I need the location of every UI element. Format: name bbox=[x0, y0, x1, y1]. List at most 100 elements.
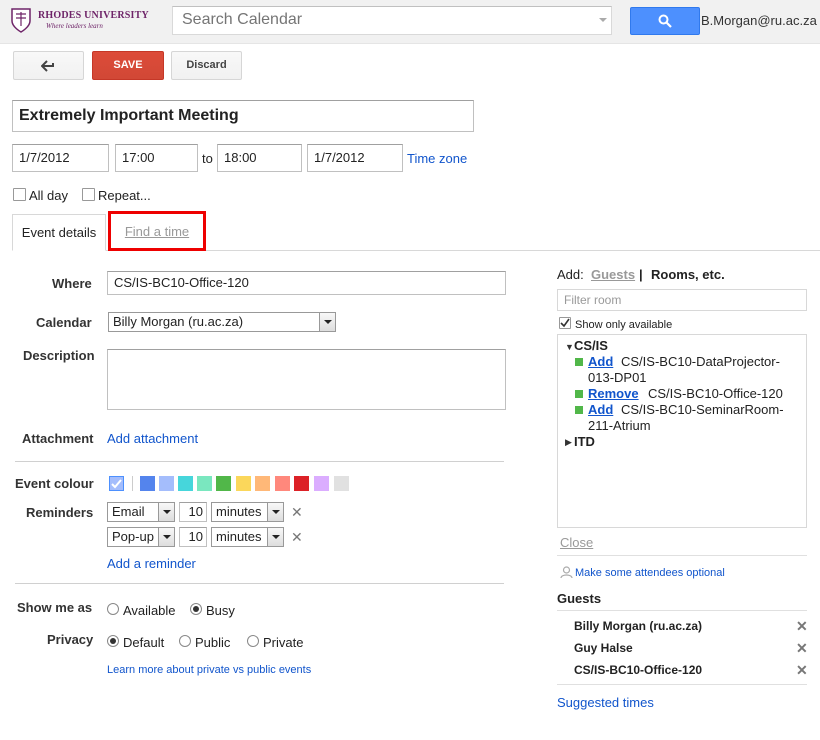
room-name-cont: 211-Atrium bbox=[588, 418, 651, 433]
end-time-field[interactable]: 18:00 bbox=[217, 144, 302, 172]
colour-swatch[interactable] bbox=[159, 476, 174, 491]
reminder-unit-value: minutes bbox=[216, 529, 262, 544]
calendar-select-value: Billy Morgan (ru.ac.za) bbox=[113, 314, 244, 329]
expand-right-icon[interactable]: ▶ bbox=[565, 437, 572, 448]
chevron-down-icon bbox=[158, 503, 174, 521]
colour-swatch[interactable] bbox=[236, 476, 251, 491]
tab-separator: | bbox=[639, 267, 643, 282]
colour-swatch[interactable] bbox=[314, 476, 329, 491]
search-input[interactable] bbox=[173, 7, 583, 33]
add-room-link[interactable]: Add bbox=[588, 354, 613, 369]
reminder-method-select[interactable]: Email bbox=[107, 502, 175, 522]
start-date-field[interactable]: 1/7/2012 bbox=[12, 144, 109, 172]
reminder-method-select[interactable]: Pop-up bbox=[107, 527, 175, 547]
chevron-down-icon bbox=[267, 528, 283, 546]
reminder-amount-field[interactable]: 10 bbox=[179, 502, 207, 522]
colour-swatch[interactable] bbox=[334, 476, 349, 491]
default-privacy-radio[interactable] bbox=[107, 635, 119, 647]
available-status-icon bbox=[575, 406, 583, 414]
close-rooms-link[interactable]: Close bbox=[560, 535, 593, 550]
repeat-label: Repeat... bbox=[98, 188, 151, 203]
tab-event-details[interactable]: Event details bbox=[12, 214, 106, 251]
description-textarea[interactable] bbox=[107, 349, 506, 410]
divider bbox=[557, 555, 807, 556]
public-privacy-radio[interactable] bbox=[179, 635, 191, 647]
where-field[interactable]: CS/IS-BC10-Office-120 bbox=[107, 271, 506, 295]
available-radio[interactable] bbox=[107, 603, 119, 615]
to-label: to bbox=[202, 151, 213, 166]
add-label: Add: bbox=[557, 267, 584, 282]
description-label: Description bbox=[23, 348, 95, 363]
colour-swatch[interactable] bbox=[140, 476, 155, 491]
reminder-unit-value: minutes bbox=[216, 504, 262, 519]
remove-guest-icon[interactable]: ✕ bbox=[796, 619, 808, 633]
reminder-unit-select[interactable]: minutes bbox=[211, 527, 284, 547]
guest-row: Billy Morgan (ru.ac.za) ✕ bbox=[557, 619, 808, 641]
remove-reminder-icon[interactable]: ✕ bbox=[291, 530, 303, 544]
learn-more-privacy-link[interactable]: Learn more about private vs public event… bbox=[107, 664, 311, 676]
colour-swatch-selected[interactable] bbox=[109, 476, 124, 491]
show-only-available-label: Show only available bbox=[575, 319, 673, 331]
filter-room-input[interactable]: Filter room bbox=[557, 289, 807, 311]
section-divider bbox=[15, 583, 504, 584]
colour-swatch[interactable] bbox=[178, 476, 193, 491]
back-arrow-icon bbox=[41, 60, 54, 72]
save-button[interactable]: SAVE bbox=[92, 51, 164, 80]
search-icon bbox=[658, 14, 672, 28]
reminder-amount-field[interactable]: 10 bbox=[179, 527, 207, 547]
busy-radio[interactable] bbox=[190, 603, 202, 615]
search-options-icon[interactable] bbox=[599, 18, 607, 22]
where-label: Where bbox=[52, 276, 92, 291]
chevron-down-icon bbox=[158, 528, 174, 546]
guest-name: Guy Halse bbox=[574, 641, 633, 655]
search-button[interactable] bbox=[630, 7, 700, 35]
repeat-checkbox[interactable] bbox=[82, 188, 95, 201]
room-name: CS/IS-BC10-SeminarRoom- bbox=[621, 402, 784, 417]
logo-tagline: Where leaders learn bbox=[46, 22, 103, 30]
add-room-link[interactable]: Add bbox=[588, 402, 613, 417]
rooms-tab[interactable]: Rooms, etc. bbox=[651, 267, 725, 282]
suggested-times-link[interactable]: Suggested times bbox=[557, 695, 654, 710]
colour-swatch[interactable] bbox=[197, 476, 212, 491]
account-email[interactable]: B.Morgan@ru.ac.za bbox=[701, 13, 817, 28]
all-day-checkbox[interactable] bbox=[13, 188, 26, 201]
checkmark-icon bbox=[111, 479, 122, 489]
private-privacy-radio[interactable] bbox=[247, 635, 259, 647]
show-me-as-label: Show me as bbox=[17, 600, 93, 615]
search-box[interactable] bbox=[172, 6, 612, 35]
calendar-select[interactable]: Billy Morgan (ru.ac.za) bbox=[108, 312, 336, 332]
room-group-itd[interactable]: ITD bbox=[574, 434, 595, 449]
colour-swatch[interactable] bbox=[294, 476, 309, 491]
remove-reminder-icon[interactable]: ✕ bbox=[291, 505, 303, 519]
tab-find-a-time[interactable]: Find a time bbox=[108, 211, 206, 251]
colour-swatch[interactable] bbox=[255, 476, 270, 491]
section-divider bbox=[15, 461, 504, 462]
room-name: CS/IS-BC10-Office-120 bbox=[648, 386, 783, 401]
swatch-separator bbox=[132, 476, 133, 491]
room-group-csis[interactable]: CS/IS bbox=[574, 338, 608, 353]
start-time-field[interactable]: 17:00 bbox=[115, 144, 198, 172]
university-logo[interactable]: RHODES UNIVERSITY Where leaders learn bbox=[10, 6, 149, 34]
reminder-unit-select[interactable]: minutes bbox=[211, 502, 284, 522]
person-icon bbox=[560, 566, 573, 579]
colour-swatch[interactable] bbox=[216, 476, 231, 491]
chevron-down-icon bbox=[319, 313, 335, 331]
expand-down-icon[interactable]: ▼ bbox=[565, 342, 574, 352]
end-date-field[interactable]: 1/7/2012 bbox=[307, 144, 403, 172]
remove-guest-icon[interactable]: ✕ bbox=[796, 641, 808, 655]
top-bar: RHODES UNIVERSITY Where leaders learn B.… bbox=[0, 0, 820, 44]
show-only-available-checkbox[interactable] bbox=[559, 317, 571, 329]
make-optional-link[interactable]: Make some attendees optional bbox=[575, 567, 725, 579]
remove-room-link[interactable]: Remove bbox=[588, 386, 639, 401]
event-title-field[interactable]: Extremely Important Meeting bbox=[12, 100, 474, 132]
add-reminder-link[interactable]: Add a reminder bbox=[107, 556, 196, 571]
guest-name: CS/IS-BC10-Office-120 bbox=[574, 663, 703, 677]
chevron-down-icon bbox=[267, 503, 283, 521]
time-zone-link[interactable]: Time zone bbox=[407, 151, 467, 166]
guests-tab-link[interactable]: Guests bbox=[591, 267, 635, 282]
colour-swatch[interactable] bbox=[275, 476, 290, 491]
discard-button[interactable]: Discard bbox=[171, 51, 242, 80]
remove-guest-icon[interactable]: ✕ bbox=[796, 663, 808, 677]
add-attachment-link[interactable]: Add attachment bbox=[107, 431, 198, 446]
back-button[interactable] bbox=[13, 51, 84, 80]
